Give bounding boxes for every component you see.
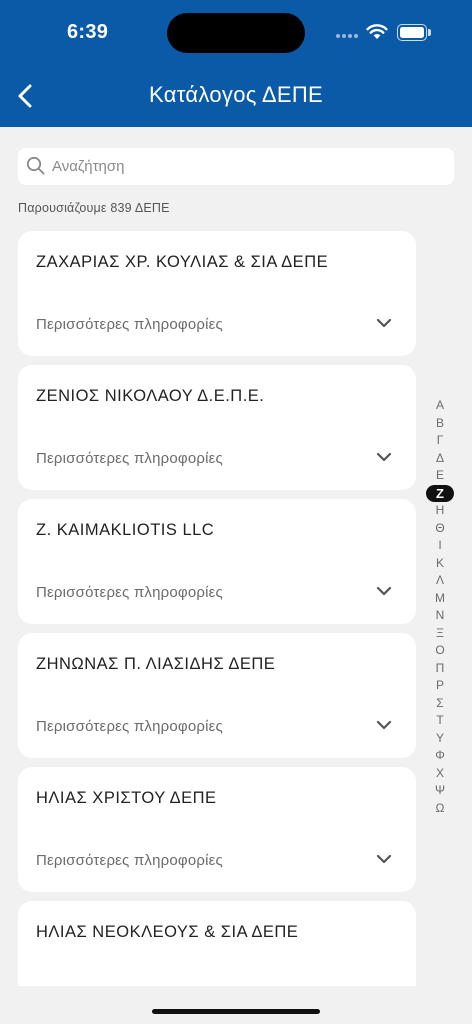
more-info-toggle[interactable]: Περισσότερες πληροφορίες [36, 584, 223, 601]
alphabet-letter[interactable]: Α [426, 397, 454, 415]
chevron-down-icon[interactable] [376, 585, 392, 597]
alphabet-letter[interactable]: Χ [426, 765, 454, 783]
home-indicator [152, 1009, 320, 1014]
more-info-toggle[interactable]: Περισσότερες πληροφορίες [36, 852, 223, 869]
page-title: Κατάλογος ΔΕΠΕ [149, 82, 323, 107]
alphabet-letter[interactable]: Σ [426, 695, 454, 713]
more-info-toggle[interactable]: Περισσότερες πληροφορίες [36, 450, 223, 467]
company-list[interactable]: ΖΑΧΑΡΙΑΣ ΧΡ. ΚΟΥΛΙΑΣ & ΣΙΑ ΔΕΠΕ Περισσότ… [18, 231, 416, 986]
more-info-toggle[interactable]: Περισσότερες πληροφορίες [36, 718, 223, 735]
result-count: Παρουσιάζουμε 839 ΔΕΠΕ [18, 201, 170, 215]
alphabet-letter[interactable]: Ψ [426, 782, 454, 800]
alphabet-letter[interactable]: Θ [426, 520, 454, 538]
alphabet-letter[interactable]: Ι [426, 537, 454, 555]
alphabet-index[interactable]: ΑΒΓΔΕZΗΘΙΚΛΜΝΞΟΠΡΣΤΥΦΧΨΩ [426, 397, 454, 817]
search-icon [26, 156, 45, 175]
company-name: ΗΛΙΑΣ ΝΕΟΚΛΕΟΥΣ & ΣΙΑ ΔΕΠΕ [36, 923, 299, 941]
alphabet-letter[interactable]: Λ [426, 572, 454, 590]
chevron-down-icon[interactable] [376, 317, 392, 329]
company-name: ΖΑΧΑΡΙΑΣ ΧΡ. ΚΟΥΛΙΑΣ & ΣΙΑ ΔΕΠΕ [36, 253, 329, 271]
alphabet-letter[interactable]: Z [426, 484, 454, 502]
company-name: ΗΛΙΑΣ ΧΡΙΣΤΟΥ ΔΕΠΕ [36, 789, 217, 807]
dynamic-island [167, 13, 305, 53]
chevron-down-icon[interactable] [376, 719, 392, 731]
alphabet-letter[interactable]: Ε [426, 467, 454, 485]
alphabet-letter[interactable]: Ο [426, 642, 454, 660]
alphabet-letter[interactable]: Β [426, 415, 454, 433]
list-item[interactable]: Z. KAIMAKLIOTIS LLC Περισσότερες πληροφο… [18, 499, 416, 624]
alphabet-letter[interactable]: Γ [426, 432, 454, 450]
wifi-icon [366, 24, 388, 39]
alphabet-letter[interactable]: Ω [426, 800, 454, 818]
alphabet-letter[interactable]: Κ [426, 555, 454, 573]
status-time: 6:39 [67, 21, 109, 43]
app-header: 6:39 Κατάλογος ΔΕΠΕ [0, 0, 472, 127]
alphabet-letter[interactable]: Δ [426, 450, 454, 468]
company-name: ΖΕΝΙΟΣ ΝΙΚΟΛΑΟΥ Δ.Ε.Π.Ε. [36, 387, 265, 405]
alphabet-letter[interactable]: Υ [426, 730, 454, 748]
cellular-signal-icon [336, 34, 358, 38]
company-name: Z. KAIMAKLIOTIS LLC [36, 521, 215, 539]
more-info-toggle[interactable]: Περισσότερες πληροφορίες [36, 316, 223, 333]
chevron-down-icon[interactable] [376, 853, 392, 865]
alphabet-letter[interactable]: Η [426, 502, 454, 520]
list-item[interactable]: ΖΕΝΙΟΣ ΝΙΚΟΛΑΟΥ Δ.Ε.Π.Ε. Περισσότερες πλ… [18, 365, 416, 490]
company-name: ΖΗΝΩΝΑΣ Π. ΛΙΑΣΙΔΗΣ ΔΕΠΕ [36, 655, 276, 673]
list-item[interactable]: ΗΛΙΑΣ ΧΡΙΣΤΟΥ ΔΕΠΕ Περισσότερες πληροφορ… [18, 767, 416, 892]
search-box[interactable] [18, 148, 454, 185]
alphabet-letter[interactable]: Μ [426, 590, 454, 608]
alphabet-letter[interactable]: Ξ [426, 625, 454, 643]
chevron-down-icon[interactable] [376, 451, 392, 463]
alphabet-letter[interactable]: Ν [426, 607, 454, 625]
alphabet-letter[interactable]: Ρ [426, 677, 454, 695]
battery-icon [397, 24, 431, 41]
status-bar: 6:39 [0, 0, 472, 64]
alphabet-letter[interactable]: Π [426, 660, 454, 678]
list-item[interactable]: ΗΛΙΑΣ ΝΕΟΚΛΕΟΥΣ & ΣΙΑ ΔΕΠΕ [18, 901, 416, 986]
alphabet-letter[interactable]: Φ [426, 747, 454, 765]
list-item[interactable]: ΖΗΝΩΝΑΣ Π. ΛΙΑΣΙΔΗΣ ΔΕΠΕ Περισσότερες πλ… [18, 633, 416, 758]
alphabet-letter[interactable]: Τ [426, 712, 454, 730]
list-item[interactable]: ΖΑΧΑΡΙΑΣ ΧΡ. ΚΟΥΛΙΑΣ & ΣΙΑ ΔΕΠΕ Περισσότ… [18, 231, 416, 356]
search-input[interactable] [52, 148, 444, 185]
